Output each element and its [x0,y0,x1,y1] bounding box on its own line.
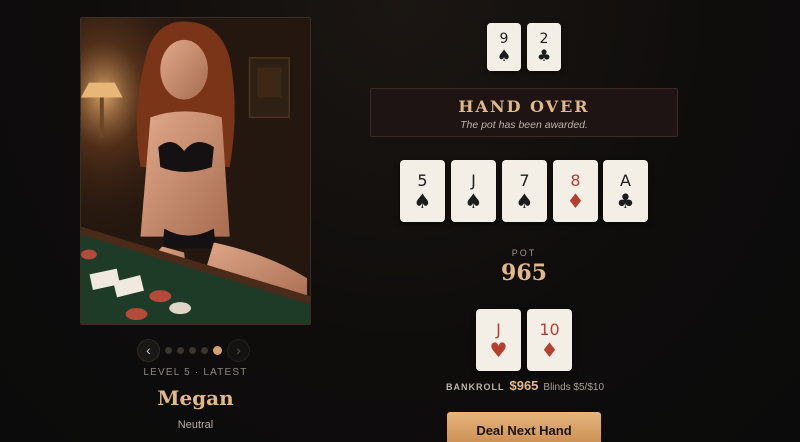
card-rank: 2 [539,31,549,47]
pot-value: 965 [501,260,547,286]
character-name: Megan [157,386,234,410]
community-card-1: 5 ♠ [400,160,445,222]
card-suit-icon: ♠ [496,46,512,65]
card-rank: J [471,171,476,190]
card-rank: A [620,171,631,190]
character-mood: Neutral [177,419,214,431]
portrait-carousel: ‹ › [137,338,255,362]
chevron-left-icon: ‹ [146,342,151,358]
card-suit-icon: ♠ [413,189,432,213]
player-card-2: 10 ♦ [527,309,572,371]
card-suit-icon: ♣ [536,46,552,65]
card-suit-icon: ♣ [616,189,635,213]
opponent-card-2: 2 ♣ [527,23,561,71]
community-card-4: 8 ♦ [553,160,598,222]
previous-portrait-button[interactable]: ‹ [137,338,160,362]
card-suit-icon: ♦ [566,189,585,213]
opponent-card-1: 9 ♠ [487,23,521,71]
carousel-dot-2[interactable] [177,346,184,354]
chevron-right-icon: › [236,342,241,358]
carousel-dot-3[interactable] [189,346,196,354]
status-title: HAND OVER [458,97,590,116]
pot-label: POT [511,248,537,258]
carousel-dot-4[interactable] [201,346,208,354]
community-card-5: A ♣ [603,160,648,222]
card-suit-icon: ♠ [515,189,534,213]
card-suit-icon: ♠ [464,189,483,213]
character-portrait [80,17,311,325]
portrait-scene [81,18,310,324]
card-rank: 8 [570,171,581,190]
player-card-1: J ♥ [476,309,521,371]
carousel-dot-5[interactable] [213,345,222,355]
card-rank: J [496,320,501,339]
card-rank: 7 [519,171,530,190]
carousel-dot-1[interactable] [165,346,172,354]
status-subtitle: The pot has been awarded. [460,119,588,131]
card-suit-icon: ♥ [489,338,508,362]
bankroll-row: BANKROLL $965 Blinds $5/$10 [430,378,620,394]
community-card-2: J ♠ [451,160,496,222]
bankroll-label: BANKROLL [445,382,505,392]
community-card-3: 7 ♠ [502,160,547,222]
next-portrait-button[interactable]: › [227,338,250,362]
card-rank: 5 [417,171,428,190]
deal-next-hand-button[interactable]: Deal Next Hand [447,412,601,442]
level-label: LEVEL 5 · LATEST [143,367,248,378]
bankroll-value: $965 [509,378,539,393]
blinds-info: Blinds $5/$10 [543,382,605,393]
status-banner: HAND OVER The pot has been awarded. [370,88,678,137]
card-rank: 10 [539,320,560,339]
card-suit-icon: ♦ [540,338,559,362]
card-rank: 9 [499,31,509,47]
